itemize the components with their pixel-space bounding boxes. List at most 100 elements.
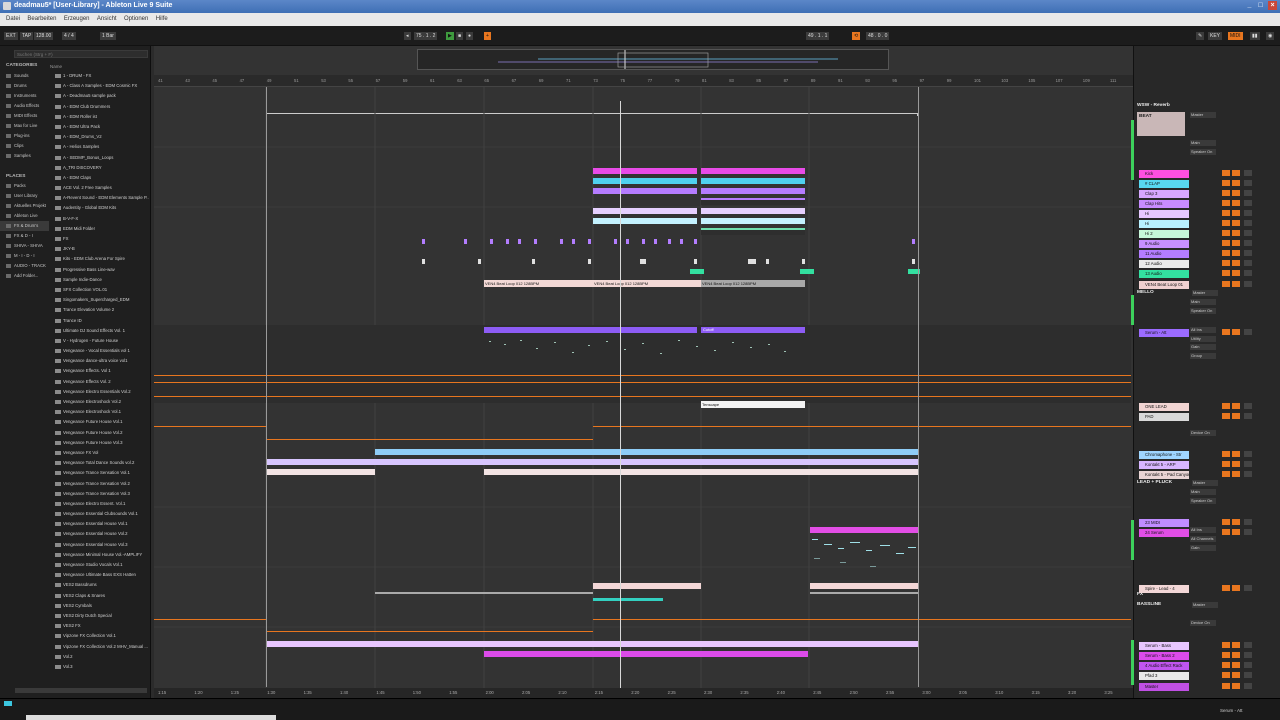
clip-clap[interactable] [593,178,697,184]
browser-folder-item[interactable]: Vengeance Effects Vol. 2 [53,377,149,387]
track-activator-button[interactable] [1222,413,1230,419]
browser-folder-item[interactable]: Vengeance Trance Sensation Vol.1 [53,468,149,478]
track-header[interactable]: Serum - Att [1139,329,1189,337]
browser-folder-item[interactable]: ACE Vol. 2 Free Samples [53,183,149,193]
browser-folder-item[interactable]: Vol.3 [53,662,149,672]
track-arm-button[interactable] [1244,180,1252,186]
browser-folder-item[interactable]: A - EDM Roller ist [53,112,149,122]
browser-folder-item[interactable]: B-V-F-X [53,214,149,224]
device-on-param[interactable]: Device On [1190,620,1216,626]
track-activator-button[interactable] [1222,662,1230,668]
track-activator-button[interactable] [1222,190,1230,196]
clip-spire-lead[interactable] [810,583,918,589]
browser-folder-item[interactable]: 1 - DRUM - FX [53,71,149,81]
track-activator-button[interactable] [1222,652,1230,658]
track-solo-button[interactable] [1232,220,1240,226]
browser-folder-item[interactable]: Vengeance Electroshock Vol.2 [53,397,149,407]
browser-folder-item[interactable]: Vengeance Effects. Vol 1 [53,366,149,376]
track-arm-button[interactable] [1244,190,1252,196]
automation-line[interactable] [154,375,1131,376]
overview-toggle-icon[interactable] [4,701,12,706]
track-activator-button[interactable] [1222,260,1230,266]
input-main[interactable]: Main [1190,140,1216,146]
output-master[interactable]: Master [1192,480,1218,486]
arrangement-overview[interactable] [417,49,889,70]
track-header[interactable]: Clap 3 [1139,190,1189,198]
track-arm-button[interactable] [1244,461,1252,467]
clip-vengeance-beat-loop[interactable]: VEN4 Beat Loop 012 128BPM [593,280,701,287]
track-activator-button[interactable] [1222,451,1230,457]
track-arm-button[interactable] [1244,683,1252,689]
track-header[interactable]: Spire - Lead - 4 [1139,585,1189,593]
output-master[interactable]: Master [1192,602,1218,608]
track-header[interactable]: Serum - Bass 2 [1139,652,1189,660]
automation-line[interactable] [154,382,1131,383]
clip-pad-canyon[interactable] [266,469,375,475]
track-solo-button[interactable] [1232,672,1240,678]
group-title[interactable]: LEAD + PLUCK [1137,480,1172,485]
track-activator-button[interactable] [1222,683,1230,689]
clip-serum-bass-2[interactable] [484,651,808,657]
track-header[interactable]: PAD [1139,413,1189,421]
track-header[interactable]: ONE LEAD [1139,403,1189,411]
browser-folder-item[interactable]: Vengeance - Vocal Essentials vol 1 [53,346,149,356]
place-item[interactable]: User Library [0,191,49,201]
browser-folder-item[interactable]: A - Deadmau5 sample pack [53,91,149,101]
track-activator-button[interactable] [1222,270,1230,276]
clip-hi[interactable] [593,218,697,224]
loop-start-field[interactable]: 49 . 1 . 1 [806,32,830,40]
track-arm-button[interactable] [1244,652,1252,658]
browser-folder-item[interactable]: VES2 Claps & Snares [53,591,149,601]
track-solo-button[interactable] [1232,471,1240,477]
track-header[interactable]: Pfad 3 [1139,672,1189,680]
stop-button[interactable]: ■ [456,32,464,40]
track-solo-button[interactable] [1232,642,1240,648]
clip-hi[interactable] [701,218,805,224]
clip-hi[interactable] [593,208,697,214]
track-header[interactable]: 4 Audio Effect Rack [1139,662,1189,670]
automation-line[interactable] [154,426,266,427]
track-header[interactable]: Chromaphone - Str [1139,451,1189,459]
track-arm-button[interactable] [1244,519,1252,525]
track-activator-button[interactable] [1222,529,1230,535]
track-arm-button[interactable] [1244,413,1252,419]
track-activator-button[interactable] [1222,585,1230,591]
track-solo-button[interactable] [1232,200,1240,206]
track-arm-button[interactable] [1244,662,1252,668]
clip-serum-att[interactable] [484,327,593,333]
add-folder-button[interactable]: Add Folder... [0,271,49,281]
browser-folder-item[interactable]: VES2 Bassdrums [53,580,149,590]
browser-folder-item[interactable]: Sample Indie-Dance [53,275,149,285]
close-icon[interactable]: × [1268,1,1277,10]
minimize-icon[interactable]: _ [1245,1,1254,10]
place-item[interactable]: Ableton Live [0,211,49,221]
track-solo-button[interactable] [1232,170,1240,176]
browser-scrollbar[interactable] [15,688,147,693]
input-all-channels[interactable]: All Channels [1190,536,1216,542]
clip-kontakt-arp[interactable] [375,459,918,465]
name-column-header[interactable]: Name [50,64,62,69]
maximize-icon[interactable]: □ [1256,1,1265,10]
track-header[interactable]: 24 Serum [1139,529,1189,537]
place-item[interactable]: AUDIO - TRACK [0,261,49,271]
browser-folder-item[interactable]: JKY-B [53,244,149,254]
menu-optionen[interactable]: Optionen [124,13,148,26]
browser-folder-item[interactable]: A - Class A Samples - EDM Cosmic FX [53,81,149,91]
clip-hi[interactable] [701,208,805,214]
track-solo-button[interactable] [1232,413,1240,419]
browser-folder-item[interactable]: A - EDM Claps [53,173,149,183]
track-solo-button[interactable] [1232,281,1240,287]
group-title[interactable]: BASSLINE [1137,602,1161,607]
category-samples[interactable]: Samples [0,151,49,161]
category-max-for-live[interactable]: Max for Live [0,121,49,131]
track-solo-button[interactable] [1232,403,1240,409]
menu-ansicht[interactable]: Ansicht [97,13,117,26]
browser-folder-item[interactable]: Audentity - Global EDM Kits [53,203,149,213]
track-activator-button[interactable] [1222,461,1230,467]
track-solo-button[interactable] [1232,250,1240,256]
category-sounds[interactable]: Sounds [0,71,49,81]
browser-folder-item[interactable]: Vengeance Essential House Vol.1 [53,519,149,529]
category-clips[interactable]: Clips [0,141,49,151]
input-all-ins[interactable]: All Ins [1190,527,1216,533]
track-header[interactable]: Kick [1139,170,1189,178]
